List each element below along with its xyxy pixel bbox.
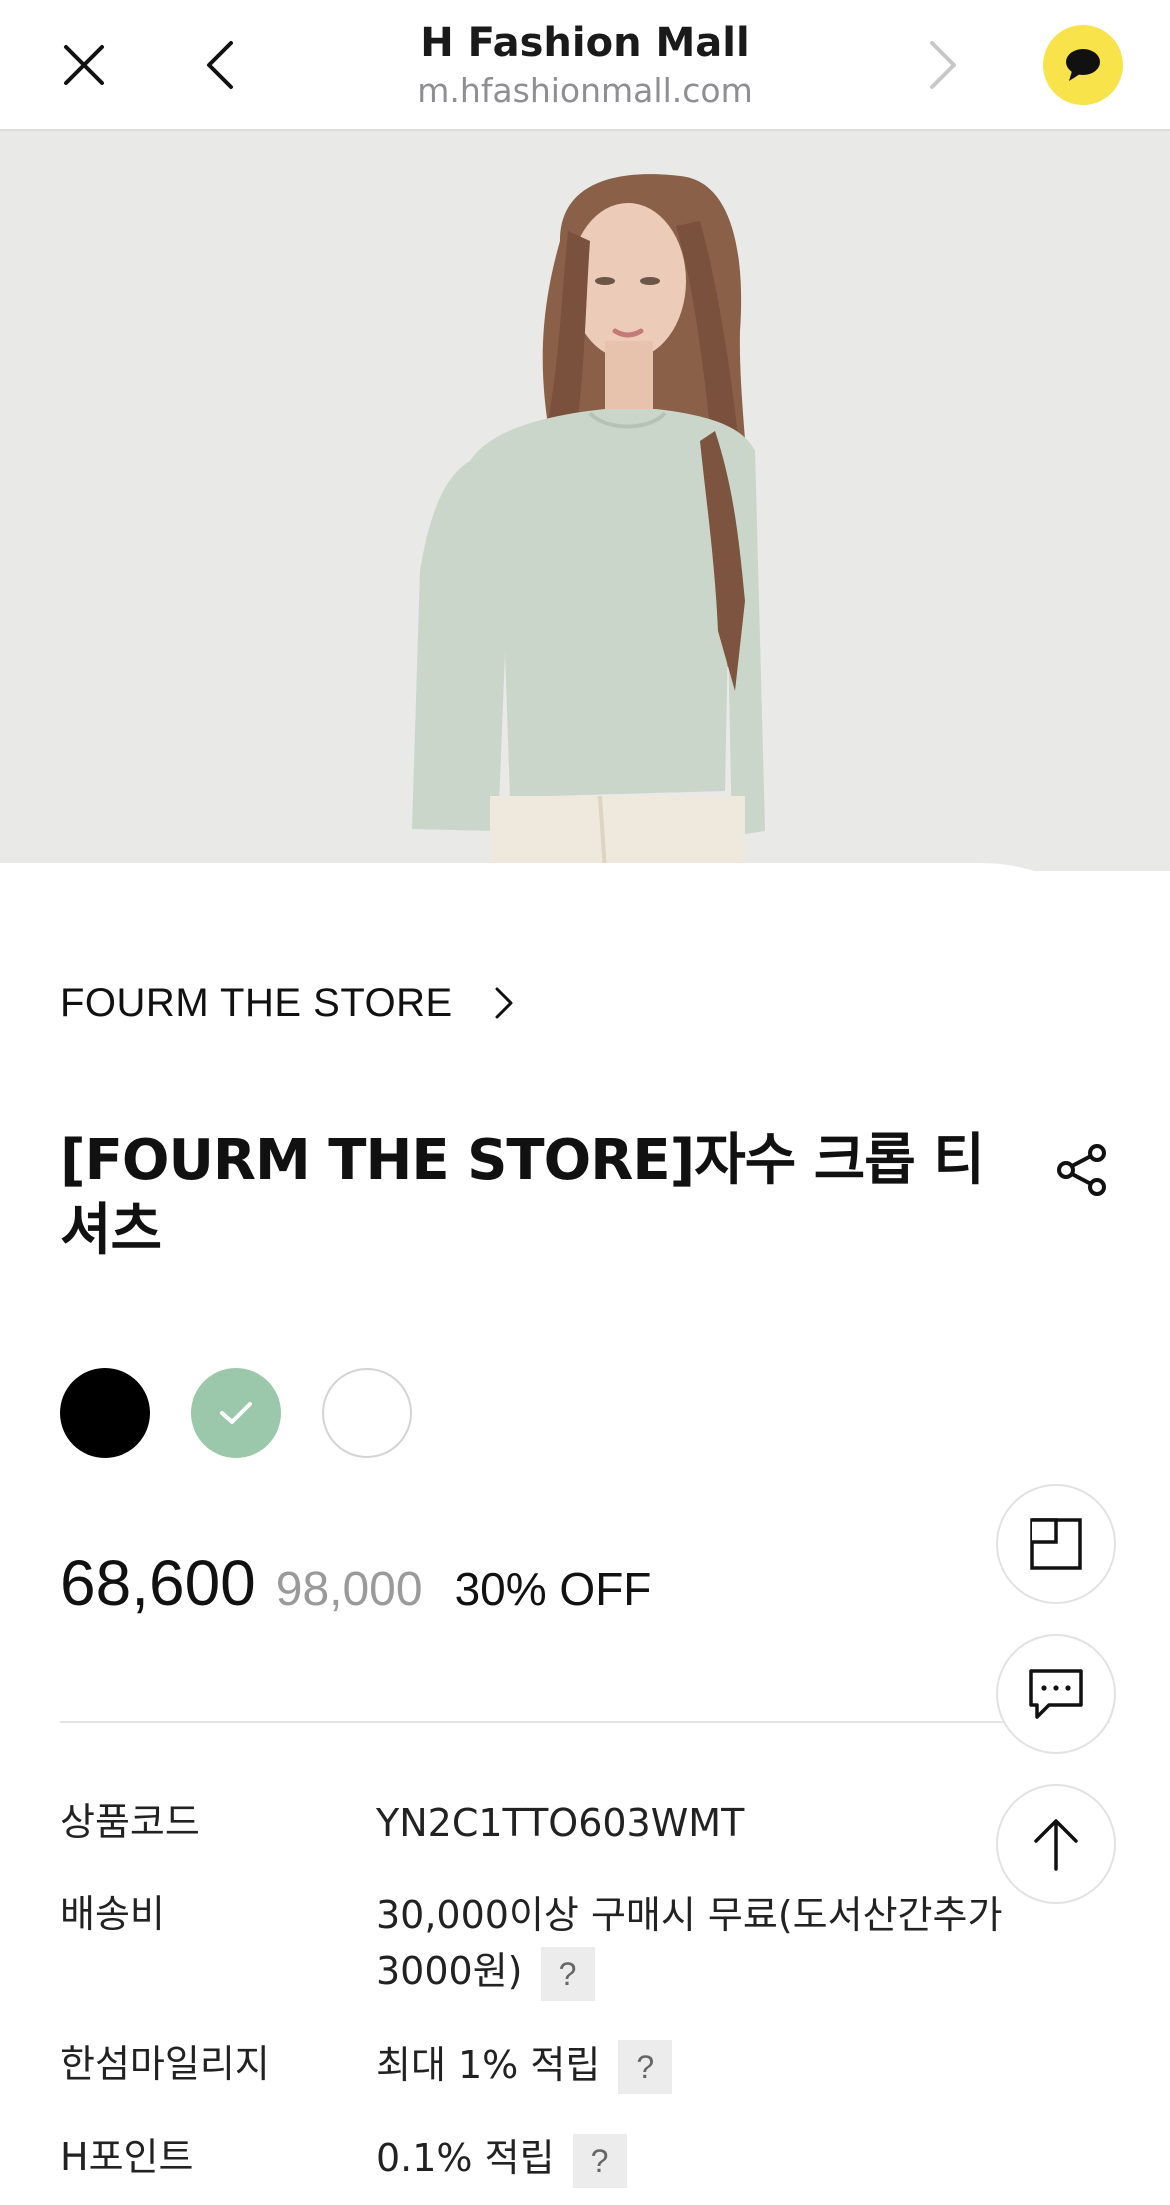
sale-price: 68,600: [60, 1547, 256, 1619]
scroll-top-button[interactable]: [996, 1784, 1116, 1904]
chat-button[interactable]: [1043, 25, 1123, 105]
close-button[interactable]: [41, 22, 127, 108]
chat-dots-icon: [1029, 1669, 1083, 1719]
checkmark-icon: [220, 1402, 252, 1424]
color-swatch-white[interactable]: [322, 1368, 412, 1458]
detail-row-mileage: 한섬마일리지 최대 1% 적립?: [60, 2037, 1070, 2094]
forward-button[interactable]: [899, 22, 985, 108]
chevron-right-icon: [493, 985, 515, 1021]
divider: [60, 1721, 1110, 1723]
help-button[interactable]: ?: [618, 2040, 673, 2094]
detail-value: YN2C1TTO603WMT: [376, 1801, 745, 1845]
site-url: m.hfashionmall.com: [417, 71, 753, 110]
color-options: [60, 1368, 412, 1458]
browser-header: H Fashion Mall m.hfashionmall.com: [0, 0, 1170, 131]
brand-link[interactable]: FOURM THE STORE: [60, 978, 515, 1028]
discount-label: 30% OFF: [454, 1563, 652, 1615]
product-image[interactable]: [0, 131, 1170, 871]
detail-label: H포인트: [60, 2135, 194, 2179]
site-title: H Fashion Mall: [420, 20, 750, 66]
detail-label: 한섬마일리지: [60, 2041, 270, 2086]
help-button[interactable]: ?: [540, 1946, 595, 2001]
product-detail-page: H Fashion Mall m.hfashionmall.com FOURM …: [0, 0, 1170, 2205]
product-details: 상품코드 YN2C1TTO603WMT 배송비 30,000이상 구매시 무료(…: [60, 1795, 1070, 2205]
detail-value: 0.1% 적립: [376, 2136, 555, 2180]
recent-view-icon: [1030, 1518, 1082, 1570]
share-icon: [1057, 1144, 1106, 1196]
detail-value: 30,000이상 구매시 무료(도서산간추가 3000원): [376, 1893, 1003, 1993]
detail-row-code: 상품코드 YN2C1TTO603WMT: [60, 1795, 1070, 1851]
price-row: 68,600 98,000 30% OFF: [60, 1546, 651, 1620]
share-button[interactable]: [1050, 1138, 1114, 1202]
detail-value-wrap: 30,000이상 구매시 무료(도서산간추가 3000원)?: [376, 1887, 1070, 2001]
speech-bubble-icon: [1066, 49, 1100, 81]
back-button[interactable]: [178, 22, 264, 108]
arrow-up-icon: [1034, 1819, 1078, 1871]
help-button[interactable]: ?: [572, 2133, 627, 2188]
chevron-right-icon: [930, 41, 956, 89]
close-icon: [64, 45, 104, 85]
model-photo: [0, 131, 1170, 871]
detail-value: 최대 1% 적립: [376, 2042, 601, 2087]
chevron-left-icon: [207, 41, 233, 89]
detail-value-wrap: 최대 1% 적립?: [376, 2037, 1070, 2094]
color-swatch-mint[interactable]: [191, 1368, 281, 1458]
site-title-block: H Fashion Mall m.hfashionmall.com: [300, 16, 870, 112]
detail-label: 배송비: [60, 1892, 165, 1936]
chat-inquiry-button[interactable]: [996, 1634, 1116, 1754]
color-swatch-black[interactable]: [60, 1368, 150, 1458]
original-price: 98,000: [275, 1563, 423, 1616]
detail-value-wrap: 0.1% 적립?: [376, 2130, 1070, 2188]
detail-label: 상품코드: [60, 1800, 200, 1844]
product-title: [FOURM THE STORE]자수 크롭 티셔츠: [60, 1128, 985, 1263]
detail-row-hpoint: H포인트 0.1% 적립?: [60, 2130, 1070, 2188]
recent-view-button[interactable]: [996, 1484, 1116, 1604]
detail-row-shipping: 배송비 30,000이상 구매시 무료(도서산간추가 3000원)?: [60, 1887, 1070, 2001]
brand-name: FOURM THE STORE: [60, 980, 453, 1025]
